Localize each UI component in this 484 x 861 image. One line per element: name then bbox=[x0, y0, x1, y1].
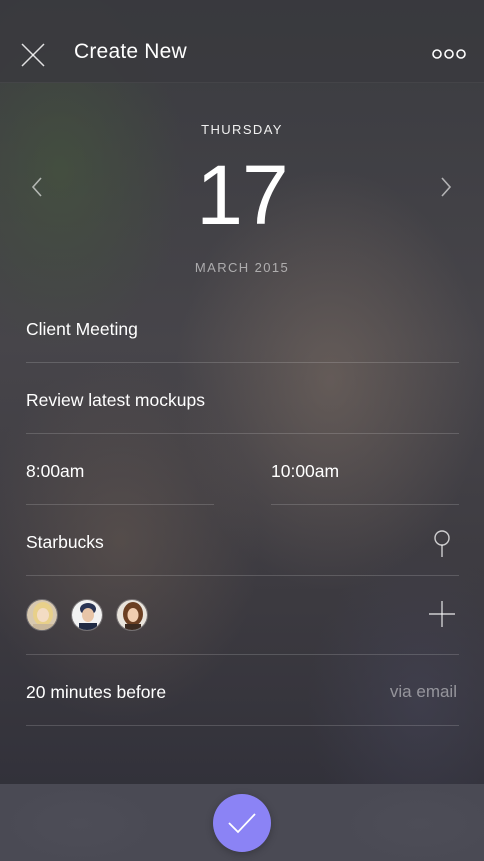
weekday-label: THURSDAY bbox=[201, 122, 283, 137]
avatar[interactable] bbox=[71, 599, 103, 631]
end-time-value: 10:00am bbox=[271, 461, 340, 481]
event-description-field[interactable]: Review latest mockups bbox=[26, 363, 459, 434]
reminder-value: 20 minutes before bbox=[26, 682, 167, 702]
bottom-bar bbox=[0, 784, 484, 861]
checkmark-icon bbox=[228, 813, 256, 834]
month-year-label: MARCH 2015 bbox=[194, 260, 290, 275]
avatar[interactable] bbox=[116, 599, 148, 631]
more-icon[interactable] bbox=[432, 47, 466, 61]
confirm-button[interactable] bbox=[213, 794, 271, 852]
location-field[interactable]: Starbucks bbox=[26, 505, 459, 576]
event-title-field[interactable]: Client Meeting bbox=[26, 292, 459, 363]
day-number: 17 bbox=[196, 148, 288, 242]
end-time-field[interactable]: 10:00am bbox=[271, 434, 459, 505]
reminder-method[interactable]: via email bbox=[390, 682, 457, 702]
location-value: Starbucks bbox=[26, 532, 104, 552]
event-description-value: Review latest mockups bbox=[26, 390, 205, 410]
event-title-value: Client Meeting bbox=[26, 319, 138, 339]
page-title: Create New bbox=[74, 40, 187, 63]
add-icon[interactable] bbox=[427, 599, 457, 629]
start-time-field[interactable]: 8:00am bbox=[26, 434, 214, 505]
header-bar: Create New bbox=[0, 0, 484, 83]
start-time-value: 8:00am bbox=[26, 461, 85, 481]
reminder-field[interactable]: 20 minutes before via email bbox=[26, 655, 459, 726]
chevron-right-icon[interactable] bbox=[432, 172, 460, 202]
location-pin-icon[interactable] bbox=[433, 530, 451, 558]
close-icon[interactable] bbox=[18, 40, 48, 70]
attendees-row bbox=[26, 576, 459, 655]
avatar[interactable] bbox=[26, 599, 58, 631]
